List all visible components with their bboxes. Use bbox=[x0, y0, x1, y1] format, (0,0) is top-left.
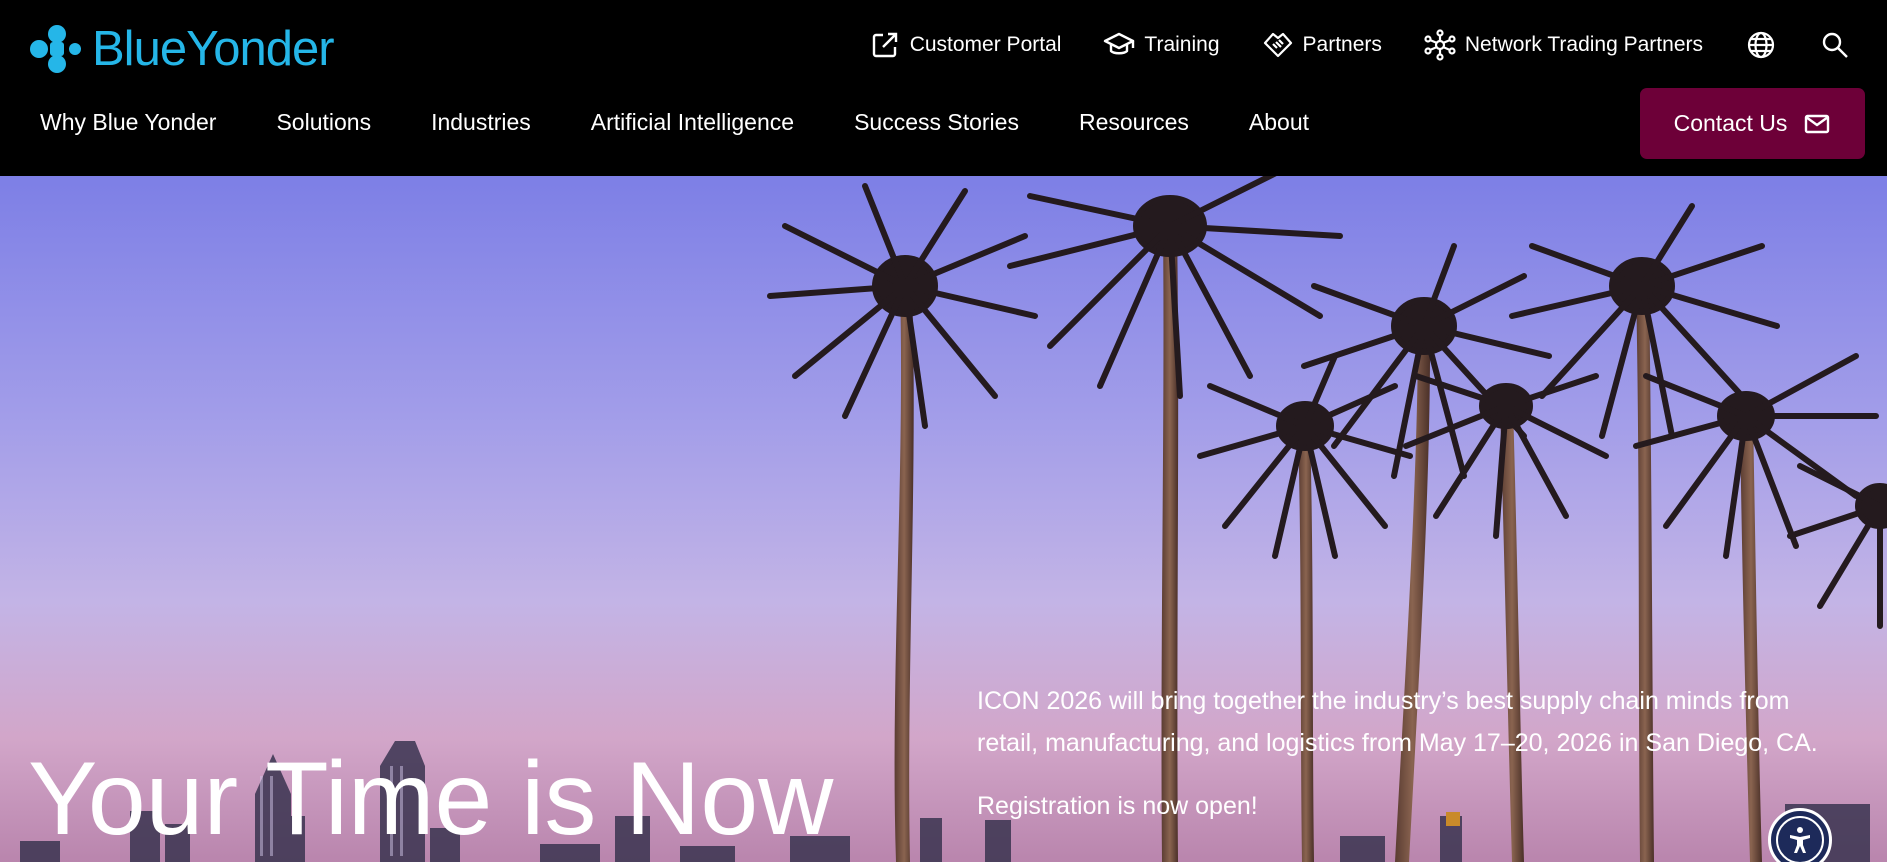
external-link-icon bbox=[872, 32, 897, 58]
nav-why-blue-yonder[interactable]: Why Blue Yonder bbox=[40, 109, 216, 136]
hero-title: Your Time is Now bbox=[28, 741, 834, 857]
nav-industries[interactable]: Industries bbox=[431, 109, 531, 136]
brand-name: BlueYonder bbox=[92, 22, 335, 76]
search-icon bbox=[1822, 32, 1848, 58]
nav-success-stories[interactable]: Success Stories bbox=[854, 109, 1019, 136]
nav-about[interactable]: About bbox=[1249, 109, 1309, 136]
accessibility-icon bbox=[1790, 827, 1810, 853]
nav-solutions[interactable]: Solutions bbox=[276, 109, 371, 136]
network-icon bbox=[1424, 29, 1456, 61]
hero-registration-text: Registration is now open! bbox=[977, 792, 1258, 820]
mail-icon bbox=[1805, 114, 1830, 133]
utility-label: Customer Portal bbox=[909, 33, 1062, 56]
graduation-cap-icon bbox=[1104, 32, 1135, 55]
accessibility-ring bbox=[1776, 816, 1824, 862]
site-header: BlueYonder Customer Portal Training Part… bbox=[0, 0, 1887, 176]
search-button[interactable] bbox=[1819, 29, 1851, 61]
handshake-icon bbox=[1263, 32, 1292, 58]
utility-label: Training bbox=[1144, 33, 1220, 56]
hero-section: Your Time is Now ICON 2026 will bring to… bbox=[0, 176, 1887, 862]
contact-us-label: Contact Us bbox=[1673, 110, 1788, 136]
blue-yonder-logo-icon bbox=[30, 25, 81, 73]
globe-icon bbox=[1747, 31, 1775, 59]
utility-training[interactable]: Training bbox=[1103, 29, 1220, 61]
utility-network-trading-partners[interactable]: Network Trading Partners bbox=[1424, 29, 1703, 61]
utility-label: Partners bbox=[1302, 33, 1382, 56]
utility-nav: Customer Portal Training Partners Networ… bbox=[869, 26, 1887, 64]
utility-partners[interactable]: Partners bbox=[1262, 29, 1382, 61]
utility-label: Network Trading Partners bbox=[1464, 33, 1703, 56]
nav-resources[interactable]: Resources bbox=[1079, 109, 1189, 136]
brand-logo[interactable]: BlueYonder bbox=[28, 20, 335, 78]
nav-artificial-intelligence[interactable]: Artificial Intelligence bbox=[591, 109, 794, 136]
contact-us-button[interactable]: Contact Us bbox=[1640, 88, 1865, 159]
language-selector[interactable] bbox=[1745, 29, 1777, 61]
hero-description: ICON 2026 will bring together the indust… bbox=[977, 687, 1818, 757]
utility-customer-portal[interactable]: Customer Portal bbox=[869, 29, 1062, 61]
main-nav: Why Blue Yonder Solutions Industries Art… bbox=[40, 104, 1369, 140]
